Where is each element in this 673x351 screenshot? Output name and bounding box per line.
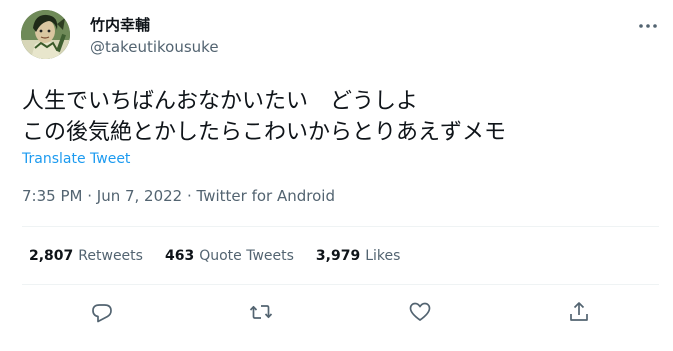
share-icon (570, 302, 588, 321)
meta-separator: · (182, 187, 197, 205)
likes-label: Likes (365, 248, 401, 264)
retweet-icon (249, 305, 273, 319)
retweets-stat[interactable]: 2,807 Retweets (29, 248, 143, 264)
tweet-text: 人生でいちばんおなかいたい どうしよ この後気絶とかしたらこわいからとりあえずメ… (22, 89, 507, 145)
tweet-source[interactable]: Twitter for Android (197, 187, 335, 205)
likes-count: 3,979 (315, 248, 361, 264)
more-options-button[interactable] (636, 14, 660, 38)
meta-separator: · (82, 187, 97, 205)
share-button[interactable] (565, 298, 593, 326)
reply-icon (92, 304, 112, 323)
tweet-metadata: 7:35 PM · Jun 7, 2022 · Twitter for Andr… (22, 187, 335, 205)
divider (22, 226, 659, 227)
retweets-label: Retweets (78, 248, 143, 264)
retweets-count: 2,807 (29, 248, 74, 264)
tweet-stats: 2,807 Retweets 463 Quote Tweets 3,979 Likes (29, 248, 422, 264)
avatar-image (21, 10, 70, 59)
author-name[interactable]: 竹内幸輔 (90, 14, 150, 35)
reply-button[interactable] (88, 298, 116, 326)
quote-tweets-stat[interactable]: 463 Quote Tweets (165, 248, 294, 264)
heart-icon (409, 302, 431, 321)
author-handle[interactable]: @takeutikousuke (90, 38, 219, 56)
quote-tweets-count: 463 (164, 248, 195, 264)
retweet-button[interactable] (247, 298, 275, 326)
tweet-time[interactable]: 7:35 PM (22, 187, 82, 205)
tweet-date[interactable]: Jun 7, 2022 (97, 187, 182, 205)
translate-tweet-link[interactable]: Translate Tweet (22, 151, 130, 167)
divider (22, 284, 659, 285)
more-horizontal-icon (639, 24, 657, 28)
likes-stat[interactable]: 3,979 Likes (316, 248, 401, 264)
quote-tweets-label: Quote Tweets (199, 248, 294, 264)
avatar[interactable] (21, 10, 70, 59)
like-button[interactable] (406, 298, 434, 326)
